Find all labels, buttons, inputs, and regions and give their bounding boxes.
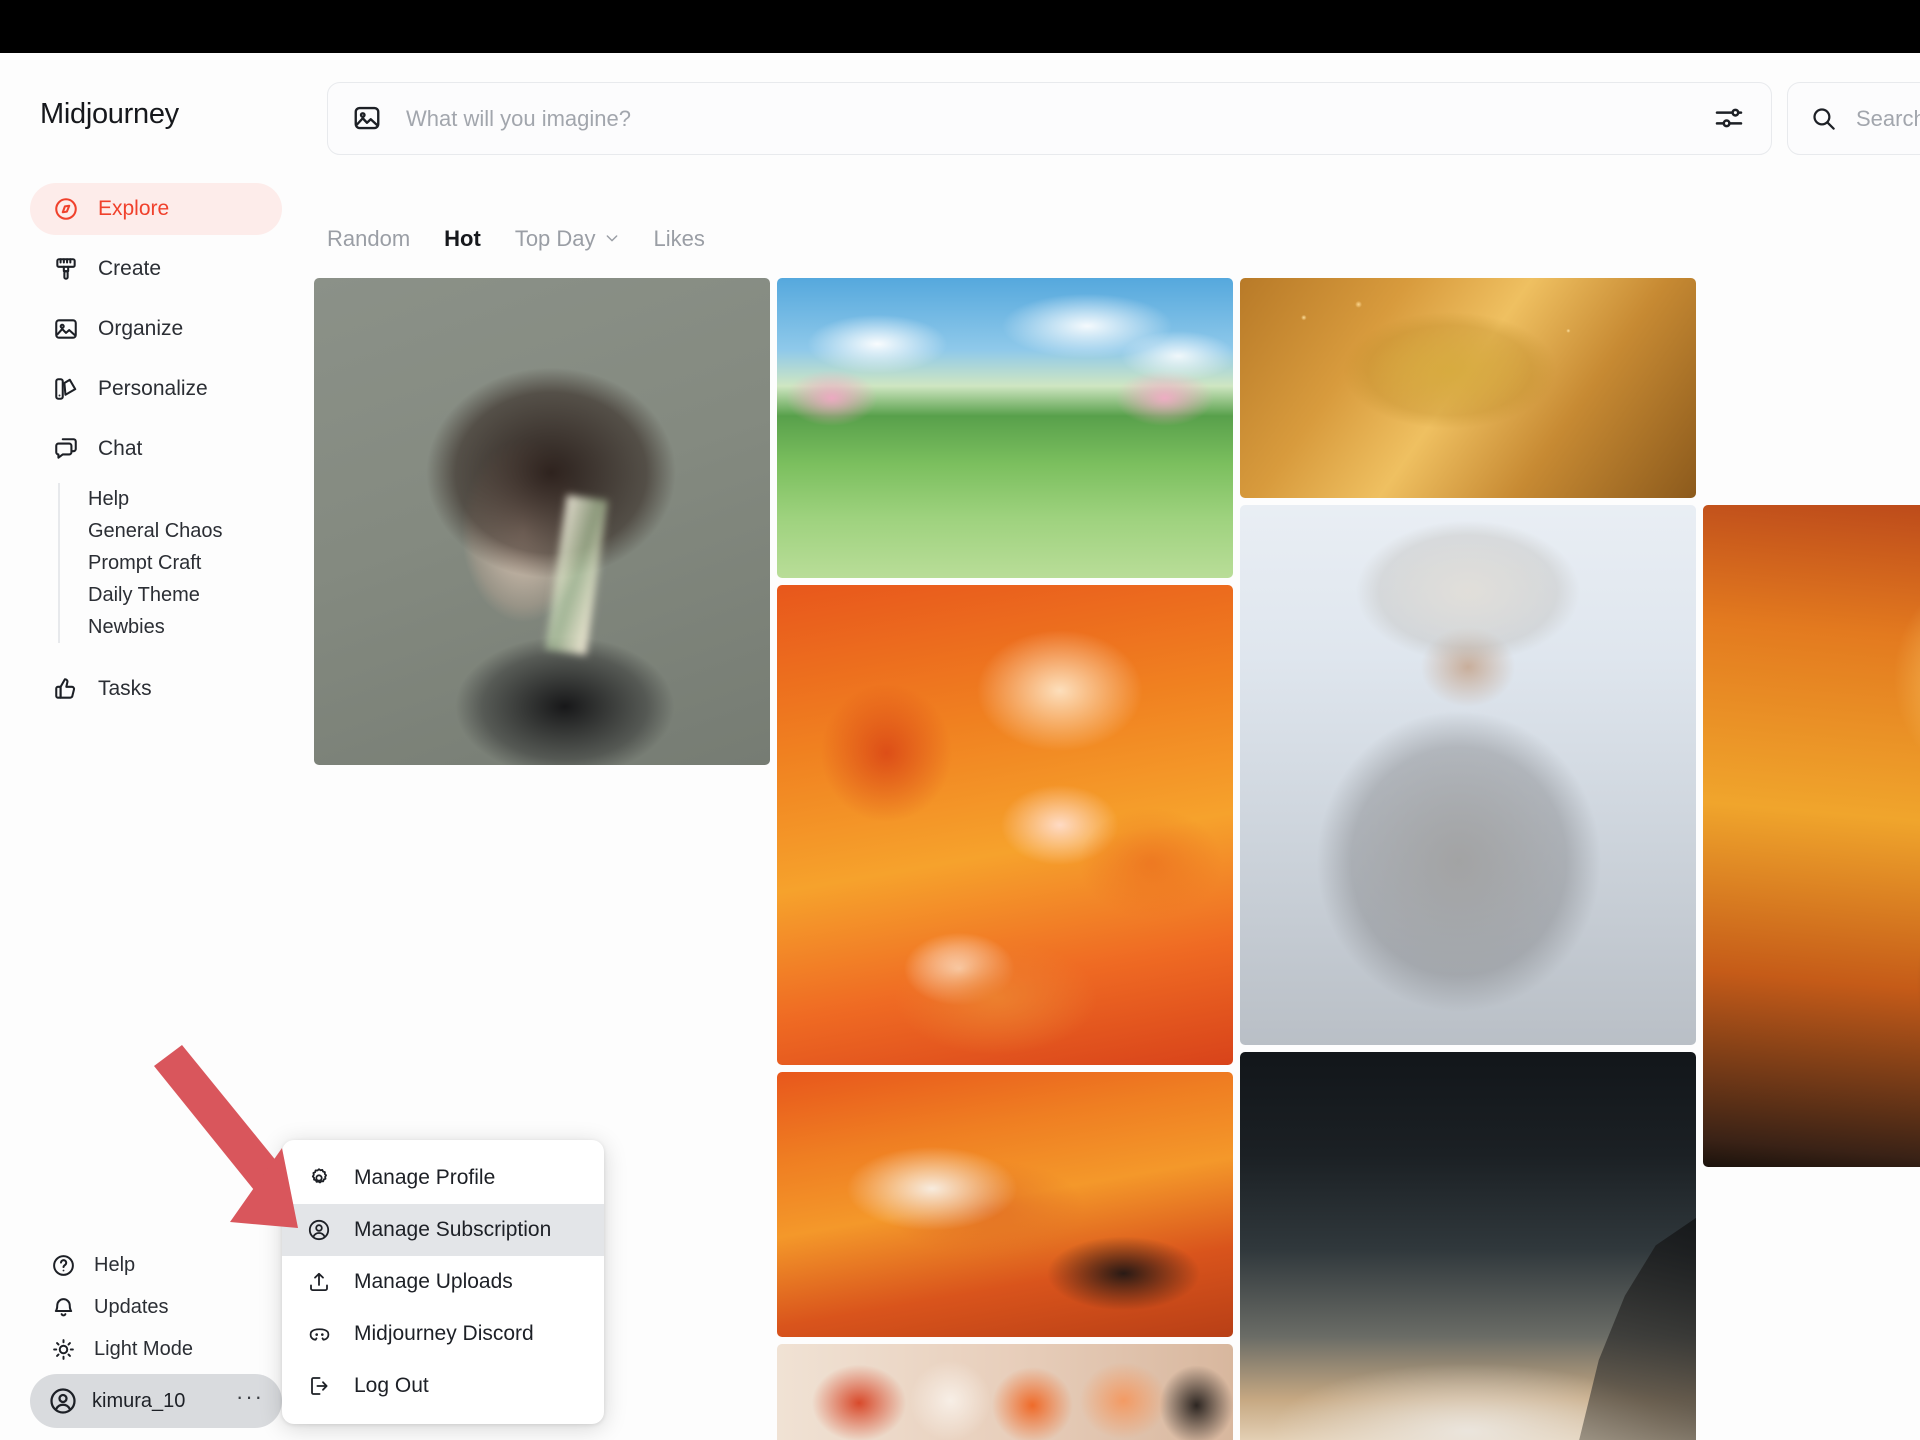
gallery-card-spring-meadow-landscape[interactable]: [777, 278, 1233, 578]
logout-icon: [304, 1372, 334, 1400]
sidebar-subitem-prompt-craft[interactable]: Prompt Craft: [88, 547, 312, 579]
sidebar-item-label: Create: [98, 257, 161, 281]
tab-likes[interactable]: Likes: [654, 226, 705, 252]
tab-top-day[interactable]: Top Day: [515, 226, 620, 252]
tab-hot[interactable]: Hot: [444, 226, 481, 252]
user-name-label: kimura_10: [92, 1390, 236, 1413]
sidebar-lower-nav: Help Updates Light Mode: [0, 1244, 312, 1370]
gallery-card-fox-autumn-leaves[interactable]: [777, 1072, 1233, 1337]
sidebar-item-label: Tasks: [98, 677, 152, 701]
bell-icon: [48, 1293, 78, 1321]
sidebar-item-help[interactable]: Help: [30, 1244, 282, 1286]
gallery-card-steampunk-clock-library[interactable]: [1703, 278, 1920, 498]
tab-label: Hot: [444, 226, 481, 252]
discord-icon: [304, 1320, 334, 1348]
artwork-thumbnail: [1240, 278, 1696, 498]
sidebar: Midjourney Explore Create: [0, 53, 312, 1440]
sidebar-item-tasks[interactable]: Tasks: [30, 663, 282, 715]
account-context-menu: Manage Profile Manage Subscription Manag…: [282, 1140, 604, 1424]
sidebar-item-updates[interactable]: Updates: [30, 1286, 282, 1328]
artwork-thumbnail: [777, 1072, 1233, 1337]
palette-icon: [50, 374, 82, 404]
user-account-button[interactable]: kimura_10 ···: [30, 1374, 282, 1428]
user-circle-icon: [48, 1386, 78, 1416]
gear-icon: [304, 1164, 334, 1192]
gallery-card-blurred-portrait-woman[interactable]: [314, 278, 770, 765]
search-placeholder: Search: [1856, 106, 1920, 132]
gallery-column: [1240, 278, 1696, 1440]
menu-item-manage-uploads[interactable]: Manage Uploads: [282, 1256, 604, 1308]
sidebar-item-light-mode[interactable]: Light Mode: [30, 1328, 282, 1370]
menu-item-label: Manage Uploads: [354, 1270, 513, 1294]
artwork-thumbnail: [314, 278, 770, 765]
menu-item-label: Midjourney Discord: [354, 1322, 534, 1346]
window-top-bar: [0, 0, 1920, 53]
artwork-thumbnail: [777, 278, 1233, 578]
sidebar-nav: Explore Create Organiz: [0, 183, 312, 723]
sidebar-item-chat[interactable]: Chat: [30, 423, 282, 475]
gallery-column: [777, 278, 1233, 1440]
menu-item-log-out[interactable]: Log Out: [282, 1360, 604, 1412]
gallery-card-painted-autumn-leaves[interactable]: [777, 1344, 1233, 1440]
paintbrush-icon: [50, 254, 82, 284]
sun-icon: [48, 1335, 78, 1363]
menu-item-label: Manage Subscription: [354, 1218, 551, 1242]
gallery-filter-tabs: Random Hot Top Day Likes: [327, 222, 705, 256]
image-icon: [50, 314, 82, 344]
upload-icon: [304, 1268, 334, 1296]
sidebar-subitem-general-chaos[interactable]: General Chaos: [88, 515, 312, 547]
sidebar-lower-label: Help: [94, 1254, 135, 1277]
gallery-column: [1703, 278, 1920, 1174]
search-box[interactable]: Search: [1787, 82, 1920, 155]
midjourney-app: Midjourney Explore Create: [0, 0, 1920, 1440]
ellipsis-icon[interactable]: ···: [236, 1384, 264, 1418]
question-circle-icon: [48, 1251, 78, 1279]
sidebar-item-label: Organize: [98, 317, 183, 341]
tab-label: Random: [327, 226, 410, 252]
image-icon[interactable]: [352, 103, 384, 135]
menu-item-label: Manage Profile: [354, 1166, 495, 1190]
tab-label: Top Day: [515, 226, 596, 252]
sidebar-item-create[interactable]: Create: [30, 243, 282, 295]
prompt-input[interactable]: [406, 106, 1713, 132]
sidebar-subitem-help[interactable]: Help: [88, 483, 312, 515]
sidebar-subitem-daily-theme[interactable]: Daily Theme: [88, 579, 312, 611]
sidebar-lower-label: Light Mode: [94, 1338, 193, 1361]
tab-random[interactable]: Random: [327, 226, 410, 252]
sidebar-item-personalize[interactable]: Personalize: [30, 363, 282, 415]
artwork-thumbnail: [1703, 505, 1920, 1167]
gallery-card-fiery-sky-silhouette[interactable]: [1703, 505, 1920, 1167]
brand-title: Midjourney: [40, 98, 179, 131]
user-circle-icon: [304, 1216, 334, 1244]
sidebar-item-label: Chat: [98, 437, 142, 461]
gallery-card-mountain-dusk-landscape[interactable]: [1240, 1052, 1696, 1440]
gallery-card-autumn-haired-woman[interactable]: [777, 585, 1233, 1065]
sidebar-item-label: Personalize: [98, 377, 208, 401]
artwork-thumbnail: [1240, 1052, 1696, 1440]
chevron-down-icon: [604, 226, 620, 252]
menu-item-manage-subscription[interactable]: Manage Subscription: [282, 1204, 604, 1256]
gallery-card-golden-helmet-warrior[interactable]: [1240, 278, 1696, 498]
tab-label: Likes: [654, 226, 705, 252]
thumbs-up-icon: [50, 674, 82, 704]
imagine-prompt-bar[interactable]: [327, 82, 1772, 155]
compass-icon: [50, 194, 82, 224]
chat-bubble-icon: [50, 434, 82, 464]
sidebar-item-label: Explore: [98, 197, 169, 221]
artwork-thumbnail: [777, 585, 1233, 1065]
sidebar-item-organize[interactable]: Organize: [30, 303, 282, 355]
chat-subnav: Help General Chaos Prompt Craft Daily Th…: [58, 483, 312, 643]
menu-item-midjourney-discord[interactable]: Midjourney Discord: [282, 1308, 604, 1360]
sidebar-item-explore[interactable]: Explore: [30, 183, 282, 235]
search-icon: [1810, 105, 1838, 133]
sidebar-lower-label: Updates: [94, 1296, 169, 1319]
sidebar-subitem-newbies[interactable]: Newbies: [88, 611, 312, 643]
artwork-thumbnail: [777, 1344, 1233, 1440]
menu-item-label: Log Out: [354, 1374, 429, 1398]
artwork-thumbnail: [1240, 505, 1696, 1045]
artwork-thumbnail: [1703, 278, 1920, 498]
gallery-card-stone-mosaic-gentleman[interactable]: [1240, 505, 1696, 1045]
sliders-icon[interactable]: [1713, 102, 1747, 136]
menu-item-manage-profile[interactable]: Manage Profile: [282, 1152, 604, 1204]
